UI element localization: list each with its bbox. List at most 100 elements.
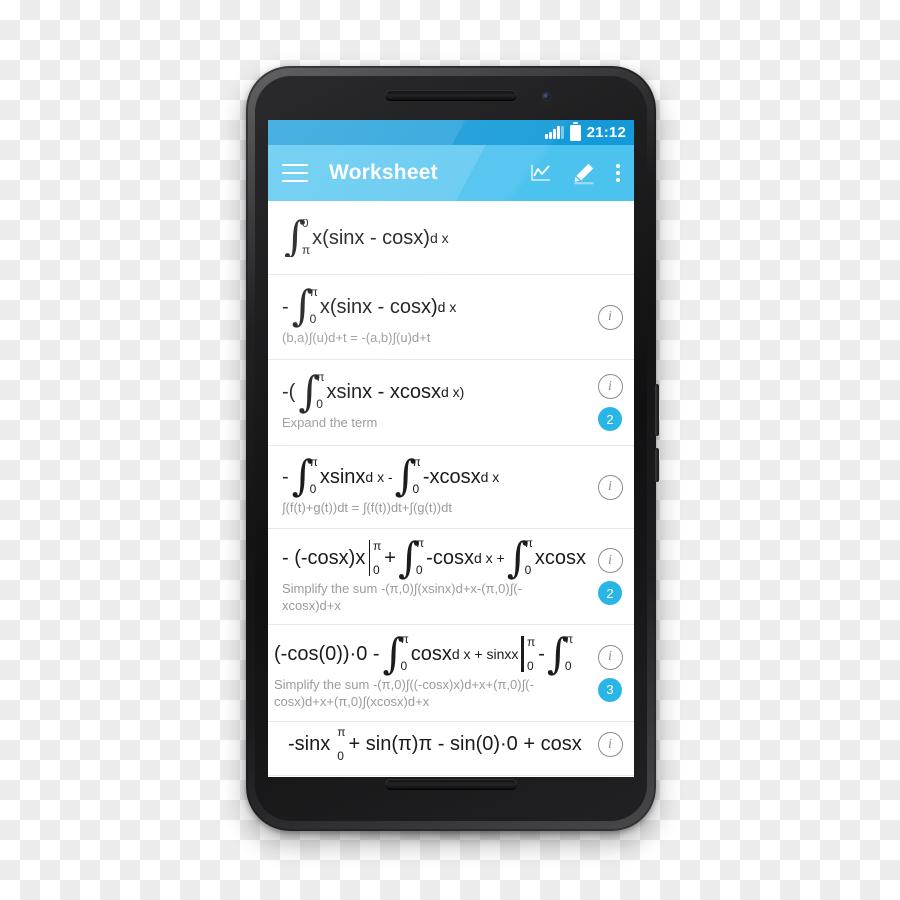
math-expression: -( ∫ π 0 xsinx - xcosx d x) <box>282 373 586 412</box>
signal-bars-icon <box>544 126 564 139</box>
upper-limit: π <box>316 373 325 385</box>
lower-limit: 0 <box>316 397 323 412</box>
row-actions <box>586 207 634 268</box>
minus-operator: - <box>538 643 545 666</box>
integral-limits: π 0 <box>413 458 421 496</box>
table-row[interactable]: - (-cosx)x π 0 + ∫ π 0 -cosx d x + ∫ π 0… <box>268 529 634 625</box>
toolbar-actions <box>530 161 620 185</box>
upper-limit: π <box>337 726 346 739</box>
leading-term: -sinx <box>288 733 331 755</box>
leading-term: (-cos(0))·0 - <box>274 643 380 666</box>
power-button[interactable] <box>655 448 659 482</box>
differential-2: d x <box>480 468 500 485</box>
info-icon[interactable]: i <box>597 474 623 500</box>
info-icon[interactable]: i <box>597 374 623 399</box>
lower-limit: 0 <box>412 481 420 496</box>
status-badge[interactable]: 2 <box>598 407 622 431</box>
upper-limit: π <box>400 635 409 647</box>
info-icon[interactable]: i <box>597 548 623 573</box>
step-subtitle: (b,a)∫(u)d+t = -(a,b)∫(u)d+t <box>282 329 431 345</box>
differential: d x <box>437 298 457 315</box>
lower-limit: 0 <box>415 562 423 577</box>
row-actions: i <box>586 281 634 353</box>
integral-limits: π 0 <box>310 458 318 496</box>
integral-symbol-group: ∫ π 0 <box>398 539 424 578</box>
upper-limit: π <box>526 635 536 650</box>
upper-limit: π <box>373 538 382 553</box>
worksheet-steps-list[interactable]: ∫ 0 π x(sinx - cosx) d x - ∫ π 0 x(sinx … <box>268 201 634 777</box>
info-icon[interactable]: i <box>597 304 623 330</box>
leading-sign: -( <box>282 381 296 404</box>
table-row[interactable]: -sinx π 0 + sin(π)π - sin(0)·0 + cosx i <box>268 722 634 776</box>
lower-limit: 0 <box>309 311 317 326</box>
integrand: xsinx - xcosx <box>326 381 441 404</box>
lower-limit: 0 <box>400 659 408 674</box>
step-content: - ∫ π 0 xsinx d x - ∫ π 0 -xcosx d x ∫(f… <box>282 458 586 517</box>
phone-screen: 21:12 Worksheet ∫ 0 π x(sinx - cosx) d x… <box>268 120 634 777</box>
integral-symbol-group: ∫ π 0 <box>383 635 409 674</box>
integral-symbol-group-2: ∫ π 0 <box>547 635 573 674</box>
row-actions: i 3 <box>586 631 634 715</box>
upper-limit: π <box>309 457 318 469</box>
integral-limits: π 0 <box>416 539 424 577</box>
integral-limits: π 0 <box>316 373 324 411</box>
evaluation-limits: π 0 <box>373 540 381 576</box>
differential: d x + sinxx <box>451 646 519 663</box>
math-expression: - ∫ π 0 x(sinx - cosx) d x <box>282 288 586 327</box>
status-badge[interactable]: 3 <box>598 677 622 702</box>
step-content: - ∫ π 0 x(sinx - cosx) d x (b,a)∫(u)d+t … <box>282 288 586 347</box>
status-bar-clock: 21:12 <box>586 124 626 141</box>
bottom-speaker-grille <box>385 779 517 790</box>
integrand-2: -xcosx <box>422 465 481 488</box>
upper-limit: π <box>564 635 574 647</box>
lower-limit: 0 <box>524 562 532 577</box>
leading-sign: - <box>282 465 289 488</box>
table-row[interactable]: - ∫ π 0 xsinx d x - ∫ π 0 -xcosx d x ∫(f… <box>268 446 634 529</box>
evaluation-bar <box>369 539 371 576</box>
integral-limits: π 0 <box>310 288 318 326</box>
table-row[interactable]: - ∫ π 0 x(sinx - cosx) d x (b,a)∫(u)d+t … <box>268 275 634 360</box>
leading-sign: - <box>282 295 289 318</box>
step-subtitle: ∫(f(t)+g(t))dt = ∫(f(t))dt+∫(g(t))dt <box>282 499 452 515</box>
row-actions: i 2 <box>586 535 634 618</box>
step-content: - (-cosx)x π 0 + ∫ π 0 -cosx d x + ∫ π 0… <box>282 539 586 614</box>
step-subtitle: Simplify the sum -(π,0)∫((-cosx)x)d+x+(π… <box>274 677 534 709</box>
table-row[interactable]: ∫ 0 π x(sinx - cosx) d x <box>268 201 634 275</box>
step-content: ∫ 0 π x(sinx - cosx) d x <box>282 219 586 257</box>
step-content: (-cos(0))·0 - ∫ π 0 cosx d x + sinxx π 0… <box>274 635 586 710</box>
table-row[interactable]: (-cos(0))·0 - ∫ π 0 cosx d x + sinxx π 0… <box>268 625 634 722</box>
volume-button[interactable] <box>655 384 659 436</box>
hamburger-menu-icon[interactable] <box>282 164 308 182</box>
app-toolbar: Worksheet <box>268 145 634 201</box>
screenshot-stage: 21:12 Worksheet ∫ 0 π x(sinx - cosx) d x… <box>0 0 900 900</box>
table-row[interactable]: -( ∫ π 0 xsinx - xcosx d x) Expand the t… <box>268 360 634 446</box>
status-badge[interactable]: 2 <box>598 581 622 605</box>
earpiece-speaker-grille <box>385 90 517 101</box>
pencil-edit-icon[interactable] <box>572 161 596 185</box>
lower-limit: 0 <box>337 749 344 762</box>
differential: d x + <box>473 549 505 566</box>
graph-chart-icon[interactable] <box>530 163 552 183</box>
integral-symbol-group-2: ∫ π 0 <box>395 458 421 497</box>
overflow-menu-icon[interactable] <box>616 164 620 182</box>
integrand: xsinx <box>319 465 366 488</box>
integrand: x(sinx - cosx) <box>319 295 438 318</box>
math-expression: ∫ 0 π x(sinx - cosx) d x <box>282 219 586 257</box>
row-actions: i <box>586 726 634 769</box>
leading-term: - (-cosx)x <box>282 546 366 569</box>
evaluation-bar <box>521 636 524 673</box>
info-icon[interactable]: i <box>597 644 623 670</box>
integrand: cosx <box>410 643 452 666</box>
step-subtitle: Expand the term <box>282 415 378 431</box>
step-subtitle: Simplify the sum -(π,0)∫(xsinx)d+x-(π,0)… <box>282 580 522 613</box>
differential: d x <box>429 229 449 246</box>
evaluation-limits: π 0 <box>527 636 535 672</box>
integral-limits: π 0 <box>565 635 573 673</box>
lower-limit: 0 <box>309 481 317 496</box>
info-icon[interactable]: i <box>597 732 623 757</box>
status-bar: 21:12 <box>268 120 634 145</box>
integral-symbol-group: ∫ π 0 <box>292 458 318 497</box>
differential: d x - <box>365 468 393 485</box>
front-camera-icon <box>543 93 550 100</box>
integral-symbol-group: ∫ π 0 <box>292 288 318 327</box>
